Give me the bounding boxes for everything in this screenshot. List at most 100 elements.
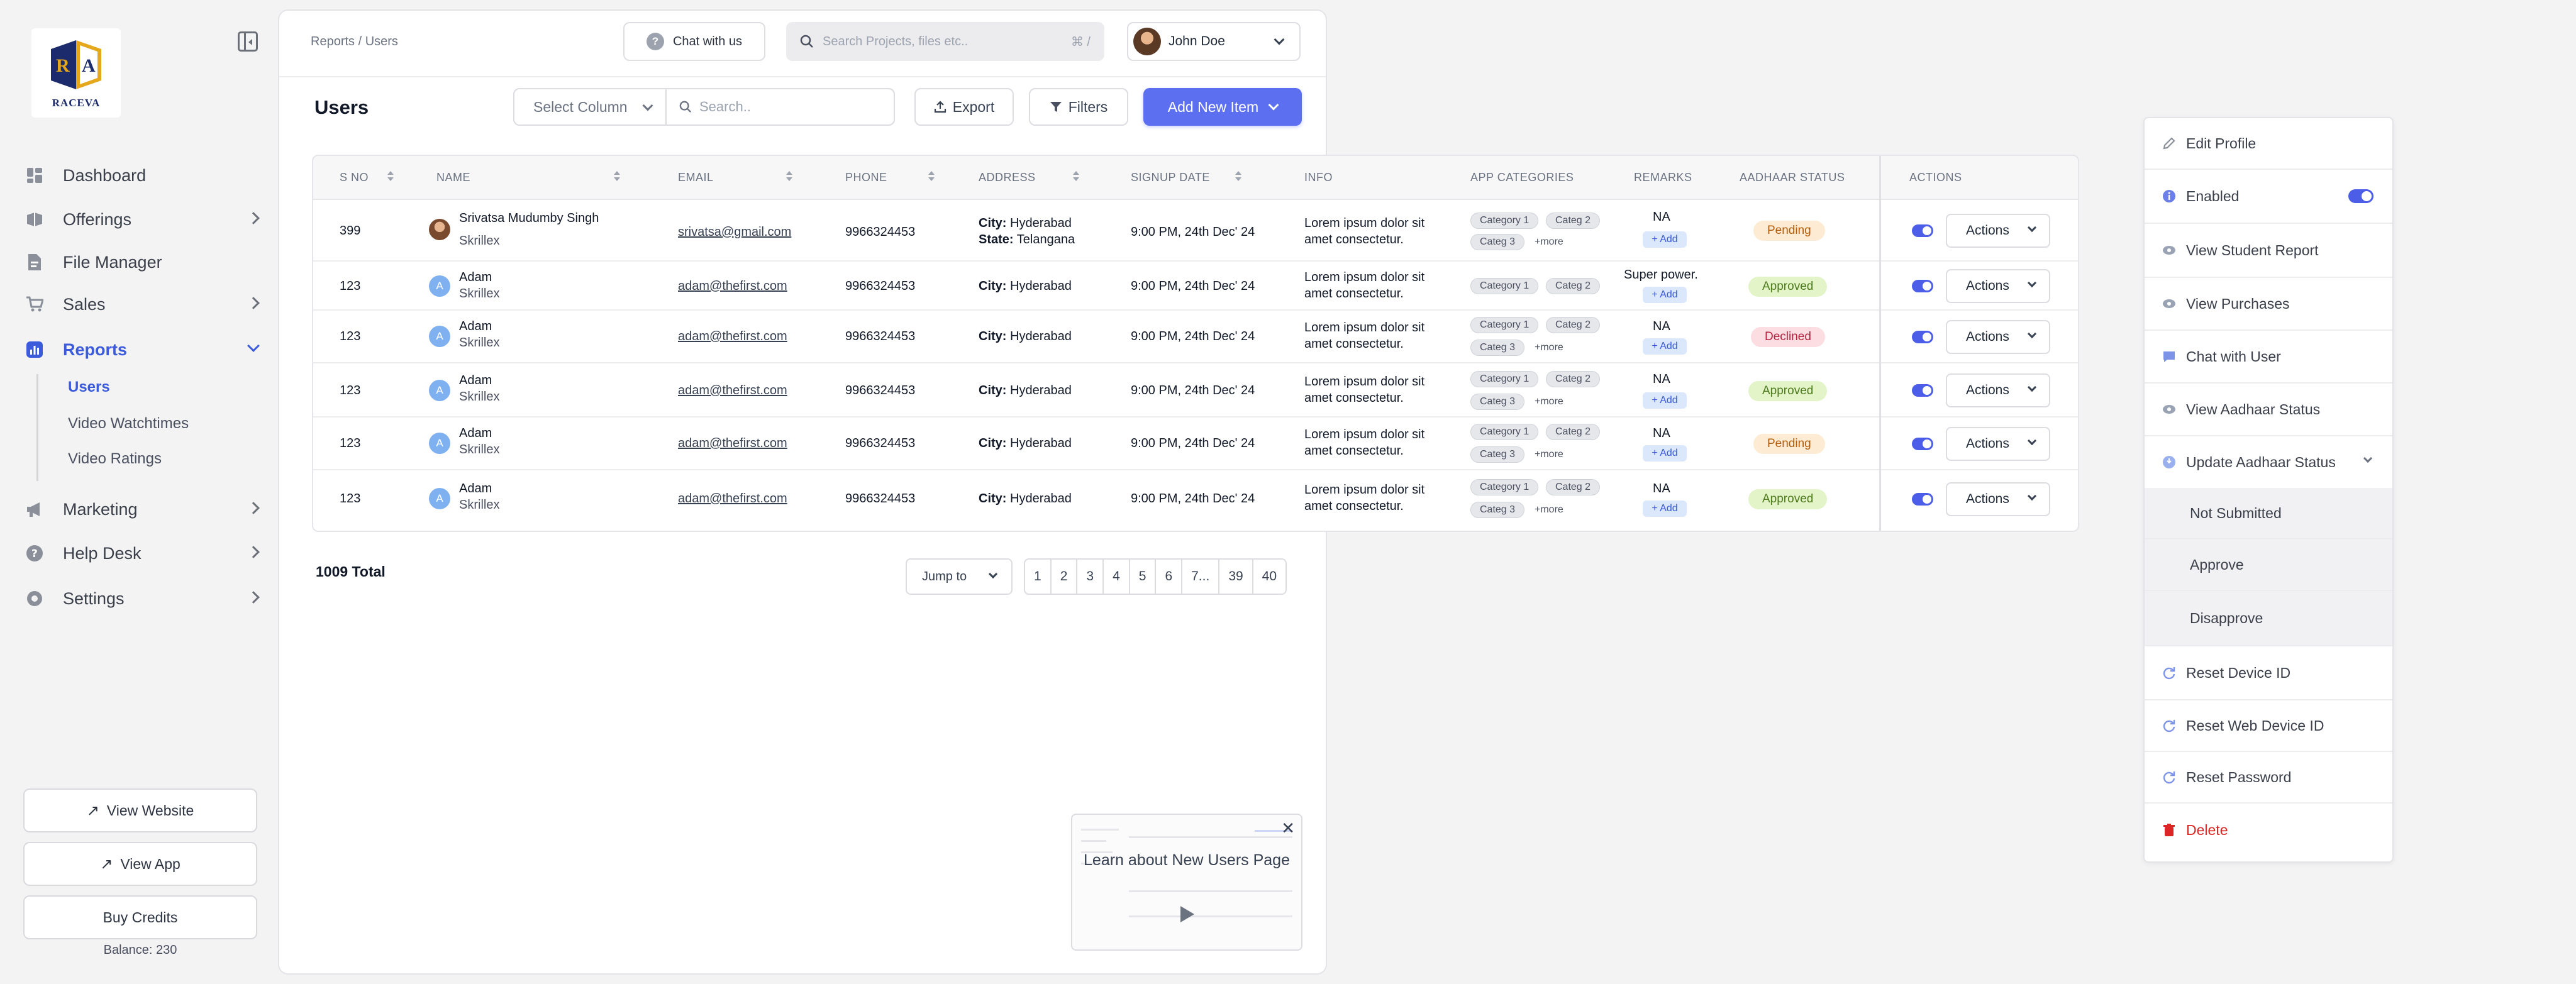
menu-item-reset-device-id[interactable]: Reset Device ID [2145,646,2392,699]
user-name[interactable]: Adam [459,482,492,496]
export-button[interactable]: Export [914,88,1014,126]
view-app-button[interactable]: ↗ View App [23,842,257,886]
add-remark-button[interactable]: + Add [1643,392,1687,409]
breadcrumb[interactable]: Reports / Users [311,35,398,49]
sort-icon[interactable] [614,170,620,184]
row-actions-button[interactable]: Actions [1946,482,2050,516]
sort-icon[interactable] [1235,170,1241,184]
add-remark-button[interactable]: + Add [1643,287,1687,303]
user-name[interactable]: Adam [459,270,492,285]
page-button[interactable]: 40 [1253,560,1285,594]
row-actions-button[interactable]: Actions [1946,214,2050,248]
tutorial-video-card[interactable]: Learn about New Users Page ✕ [1071,814,1302,951]
sidebar-subitem-video-watchtimes[interactable]: Video Watchtimes [68,415,189,433]
user-name[interactable]: Adam [459,319,492,334]
menu-item-reset-web-device-id[interactable]: Reset Web Device ID [2145,700,2392,751]
page-button[interactable]: 4 [1104,560,1130,594]
enable-toggle[interactable] [1912,384,1933,397]
sort-icon[interactable] [786,170,792,184]
sidebar-item-reports[interactable]: Reports [25,334,260,365]
global-search-input[interactable]: Search Projects, files etc.. ⌘ / [786,22,1104,61]
sort-icon[interactable] [1073,170,1079,184]
menu-item-delete[interactable]: Delete [2145,804,2392,856]
menu-item-view-student-report[interactable]: View Student Report [2145,224,2392,277]
more-categories-link[interactable]: +more [1535,449,1563,460]
play-icon[interactable] [1180,906,1194,922]
row-actions-button[interactable]: Actions [1946,269,2050,303]
enable-toggle[interactable] [1912,438,1933,450]
more-categories-link[interactable]: +more [1535,236,1563,248]
sidebar-item-settings[interactable]: Settings [25,583,260,614]
page-button[interactable]: 3 [1077,560,1104,594]
user-name[interactable]: Adam [459,426,492,441]
add-remark-button[interactable]: + Add [1643,231,1687,248]
email-link[interactable]: srivatsa@gmail.com [678,225,791,240]
filters-button[interactable]: Filters [1029,88,1128,126]
email-link[interactable]: adam@thefirst.com [678,492,787,506]
email-link[interactable]: adam@thefirst.com [678,329,787,344]
sort-icon[interactable] [928,170,935,184]
select-column-dropdown[interactable]: Select Column [513,88,667,126]
submenu-item-not-submitted[interactable]: Not Submitted [2145,488,2392,538]
menu-item-view-purchases[interactable]: View Purchases [2145,278,2392,329]
column-header-name[interactable]: NAME [436,171,470,184]
sidebar-item-dashboard[interactable]: Dashboard [25,160,258,191]
column-header-signup-date[interactable]: SIGNUP DATE [1131,171,1210,184]
user-name[interactable]: Adam [459,373,492,388]
submenu-item-disapprove[interactable]: Disapprove [2145,591,2392,645]
collapse-sidebar-icon[interactable] [238,31,258,52]
column-header-address[interactable]: ADDRESS [979,171,1036,184]
table-search-input[interactable]: Search.. [665,88,895,126]
sidebar-subitem-users[interactable]: Users [68,379,110,396]
buy-credits-button[interactable]: Buy Credits [23,895,257,939]
email-link[interactable]: adam@thefirst.com [678,384,787,398]
raceva-logo[interactable]: R A RACEVA [31,28,121,118]
column-header-phone[interactable]: PHONE [845,171,887,184]
menu-item-update-aadhaar-status[interactable]: Update Aadhaar Status [2145,436,2392,488]
enabled-toggle[interactable] [2348,189,2373,203]
row-actions-button[interactable]: Actions [1946,373,2050,407]
enable-toggle[interactable] [1912,280,1933,292]
sidebar-item-offerings[interactable]: Offerings [25,204,260,235]
page-button[interactable]: 6 [1156,560,1183,594]
enable-toggle[interactable] [1912,493,1933,506]
jump-to-page-dropdown[interactable]: Jump to [906,558,1013,595]
menu-item-chat-with-user[interactable]: Chat with User [2145,331,2392,382]
enable-toggle[interactable] [1912,331,1933,343]
page-button[interactable]: 1 [1025,560,1052,594]
more-categories-link[interactable]: +more [1535,504,1563,516]
column-header-email[interactable]: EMAIL [678,171,714,184]
chat-with-us-button[interactable]: ? Chat with us [623,22,765,61]
view-website-button[interactable]: ↗ View Website [23,788,257,832]
user-name[interactable]: Srivatsa Mudumby Singh [459,211,599,226]
add-remark-button[interactable]: + Add [1643,338,1687,355]
sidebar-item-sales[interactable]: Sales [25,289,260,320]
email-link[interactable]: adam@thefirst.com [678,279,787,294]
page-button[interactable]: 2 [1052,560,1078,594]
menu-item-edit-profile[interactable]: Edit Profile [2145,118,2392,169]
sidebar-item-file-manager[interactable]: File Manager [25,246,258,278]
add-remark-button[interactable]: + Add [1643,500,1687,517]
close-icon[interactable]: ✕ [1281,819,1295,838]
add-new-item-button[interactable]: Add New Item [1143,88,1302,126]
page-button[interactable]: 39 [1219,560,1253,594]
more-categories-link[interactable]: +more [1535,342,1563,353]
add-remark-button[interactable]: + Add [1643,445,1687,462]
menu-item-enabled[interactable]: Enabled [2145,170,2392,223]
sidebar-item-marketing[interactable]: Marketing [25,494,260,525]
column-header-sno[interactable]: S NO [340,171,369,184]
row-actions-button[interactable]: Actions [1946,320,2050,354]
menu-item-reset-password[interactable]: Reset Password [2145,752,2392,802]
page-button[interactable]: 5 [1130,560,1157,594]
page-button[interactable]: 7... [1182,560,1220,594]
submenu-item-approve[interactable]: Approve [2145,539,2392,590]
sidebar-subitem-video-ratings[interactable]: Video Ratings [68,450,162,468]
user-menu[interactable]: John Doe [1127,22,1301,61]
more-categories-link[interactable]: +more [1535,396,1563,407]
email-link[interactable]: adam@thefirst.com [678,436,787,451]
row-actions-button[interactable]: Actions [1946,427,2050,461]
enable-toggle[interactable] [1912,224,1933,237]
sort-icon[interactable] [387,170,394,184]
sidebar-item-help-desk[interactable]: ? Help Desk [25,538,260,569]
menu-item-view-aadhaar-status[interactable]: View Aadhaar Status [2145,384,2392,435]
